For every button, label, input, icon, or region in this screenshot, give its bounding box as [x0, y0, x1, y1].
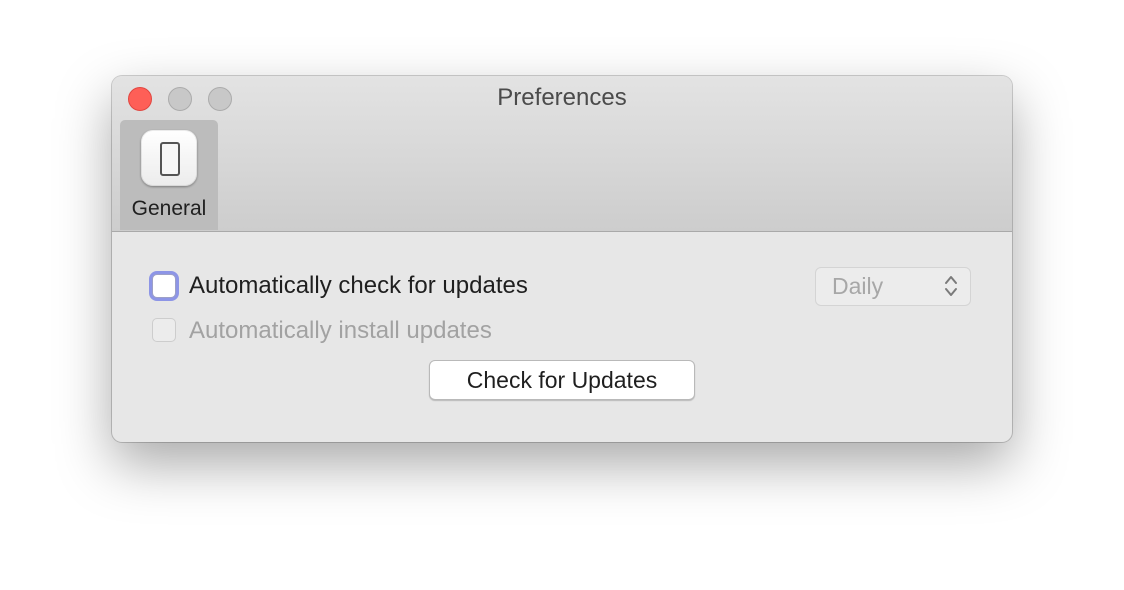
tab-general[interactable]: General: [120, 120, 218, 230]
window-title: Preferences: [497, 84, 627, 111]
auto-install-updates-checkbox[interactable]: [152, 318, 176, 342]
preferences-window: Preferences General Automatically check …: [112, 76, 1012, 442]
chevron-up-down-icon: [945, 276, 957, 296]
auto-check-updates-label[interactable]: Automatically check for updates: [189, 272, 528, 300]
general-preferences-icon: [141, 130, 197, 186]
update-frequency-select[interactable]: Daily: [815, 267, 971, 306]
check-for-updates-button[interactable]: Check for Updates: [429, 360, 695, 400]
general-pane: Automatically check for updates Daily Au…: [112, 232, 1012, 442]
auto-install-updates-label[interactable]: Automatically install updates: [189, 317, 492, 345]
update-frequency-value: Daily: [832, 273, 884, 299]
window-toolbar: Preferences General: [112, 76, 1012, 232]
tab-general-label: General: [131, 197, 207, 220]
auto-check-updates-checkbox[interactable]: [152, 274, 176, 298]
device-toggle-icon: [160, 142, 180, 176]
